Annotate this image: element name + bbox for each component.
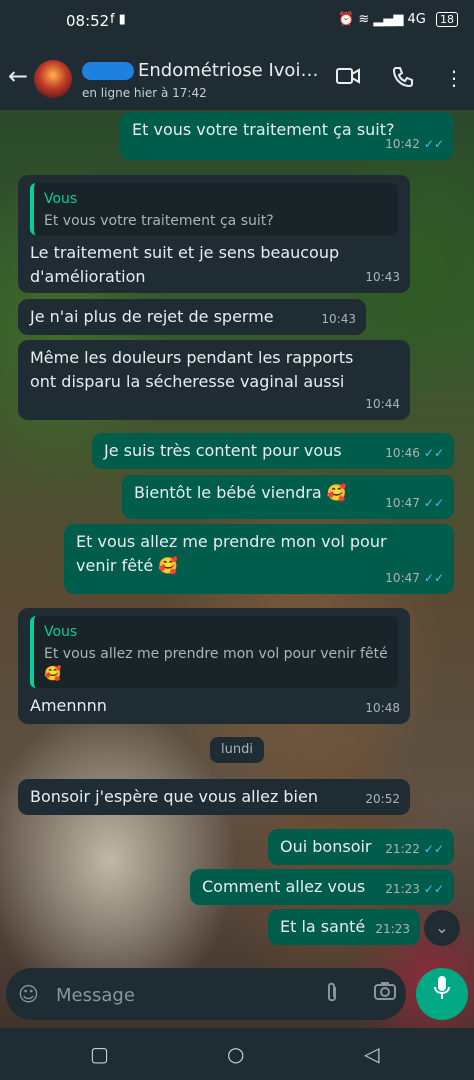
message-bubble-incoming[interactable]: Je n'ai plus de rejet de sperme 10:43 xyxy=(18,299,366,335)
message-bubble-incoming[interactable]: Vous Et vous votre traitement ça suit? L… xyxy=(18,175,410,293)
read-ticks-icon: ✓✓ xyxy=(423,571,444,585)
message-bubble-outgoing[interactable]: Comment allez vous 21:23 ✓✓ xyxy=(190,869,454,905)
message-bubble-outgoing[interactable]: Je suis très content pour vous 10:46 ✓✓ xyxy=(92,433,454,469)
message-time: 10:46 xyxy=(385,446,420,460)
message-text: Bonsoir j'espère que vous allez bien xyxy=(30,787,318,806)
message-time: 10:43 xyxy=(321,312,356,326)
sim-icon: ▮ xyxy=(118,12,130,27)
facebook-icon: f xyxy=(110,12,119,27)
read-ticks-icon: ✓✓ xyxy=(423,842,444,856)
quote-text: Et vous votre traitement ça suit? xyxy=(44,213,274,229)
status-time: 08:52 xyxy=(66,12,110,30)
message-bubble-outgoing[interactable]: Et vous allez me prendre mon vol pour ve… xyxy=(64,524,454,594)
read-ticks-icon: ✓✓ xyxy=(423,882,444,896)
arrow-left-icon[interactable]: ← xyxy=(8,62,28,90)
message-time: 21:23 xyxy=(375,922,410,936)
last-seen-status: en ligne hier à 17:42 xyxy=(82,86,207,100)
message-time: 10:47 xyxy=(385,496,420,510)
message-bubble-incoming[interactable]: Même les douleurs pendant les rapports o… xyxy=(18,340,410,420)
quote-author: Vous xyxy=(44,191,78,207)
phone-call-icon[interactable] xyxy=(392,66,414,93)
read-ticks-icon: ✓✓ xyxy=(423,137,444,151)
message-time: 21:22 xyxy=(385,842,420,856)
back-nav-icon[interactable]: ◁ xyxy=(364,1042,379,1066)
message-bubble-outgoing[interactable]: Oui bonsoir 21:22 ✓✓ xyxy=(268,829,454,865)
quoted-message[interactable]: Vous Et vous votre traitement ça suit? xyxy=(30,183,398,235)
message-text: Et vous votre traitement ça suit? xyxy=(132,120,395,139)
message-time: 20:52 xyxy=(365,792,400,806)
network-type: 4G xyxy=(407,12,426,27)
message-text: Le traitement suit et je sens beaucoup d… xyxy=(30,243,340,286)
message-time: 10:43 xyxy=(365,270,400,284)
system-nav-bar: ▢ ○ ◁ xyxy=(0,1028,474,1080)
quote-text: Et vous allez me prendre mon vol pour ve… xyxy=(44,646,388,682)
read-ticks-icon: ✓✓ xyxy=(423,446,444,460)
message-bubble-outgoing[interactable]: Et la santé 21:23 xyxy=(268,909,420,945)
video-call-icon[interactable] xyxy=(336,66,360,91)
quoted-message[interactable]: Vous Et vous allez me prendre mon vol po… xyxy=(30,616,398,688)
message-text: Bientôt le bébé viendra 🥰 xyxy=(134,483,347,502)
battery-icon: 18 xyxy=(436,12,458,27)
more-vert-icon[interactable]: ⋮ xyxy=(444,66,464,90)
message-text: Et la santé xyxy=(280,917,366,936)
message-text: Comment allez vous xyxy=(202,877,366,896)
attach-icon[interactable] xyxy=(324,981,340,1010)
mic-icon[interactable] xyxy=(416,968,468,1020)
message-bubble-incoming[interactable]: Bonsoir j'espère que vous allez bien 20:… xyxy=(18,779,410,815)
message-time: 10:48 xyxy=(365,701,400,715)
redacted-name xyxy=(82,62,134,80)
message-time: 10:47 xyxy=(385,571,420,585)
message-text: Même les douleurs pendant les rapports o… xyxy=(30,348,354,391)
message-text: Amennnn xyxy=(30,696,107,715)
chat-header: ← Endométriose Ivoi… en ligne hier à 17:… xyxy=(0,44,474,110)
message-bubble-incoming[interactable]: Vous Et vous allez me prendre mon vol po… xyxy=(18,608,410,724)
quote-author: Vous xyxy=(44,624,78,640)
status-bar: 08:52 f▮ ⏰ ≋ ▂▄▆ 4G 18 xyxy=(0,0,474,44)
message-text: Oui bonsoir xyxy=(280,837,372,856)
day-separator: lundi xyxy=(210,737,264,763)
emoji-icon[interactable]: ☺ xyxy=(18,982,39,1006)
message-list[interactable]: Et vous votre traitement ça suit? 10:42 ✓… xyxy=(0,110,474,970)
message-time: 10:44 xyxy=(365,397,400,411)
alarm-icon: ⏰ xyxy=(337,12,355,27)
message-bubble-outgoing[interactable]: Et vous votre traitement ça suit? 10:42 ✓… xyxy=(120,112,454,160)
message-composer: ☺ xyxy=(6,968,406,1020)
message-input[interactable] xyxy=(54,978,308,1012)
message-text: Je n'ai plus de rejet de sperme xyxy=(30,307,274,326)
message-bubble-outgoing[interactable]: Bientôt le bébé viendra 🥰 10:47 ✓✓ xyxy=(122,475,454,519)
recent-apps-icon[interactable]: ▢ xyxy=(90,1042,109,1066)
signal-icon: ▂▄▆ xyxy=(373,12,404,27)
message-time: 10:42 xyxy=(385,137,420,151)
chat-title[interactable]: Endométriose Ivoi… xyxy=(82,60,318,81)
home-icon[interactable]: ○ xyxy=(227,1042,244,1066)
scroll-down-icon[interactable]: ⌄ xyxy=(424,910,460,946)
avatar[interactable] xyxy=(34,60,72,98)
camera-icon[interactable] xyxy=(374,981,396,1006)
read-ticks-icon: ✓✓ xyxy=(423,496,444,510)
message-text: Je suis très content pour vous xyxy=(104,441,342,460)
wifi-icon: ≋ xyxy=(358,12,370,27)
message-time: 21:23 xyxy=(385,882,420,896)
